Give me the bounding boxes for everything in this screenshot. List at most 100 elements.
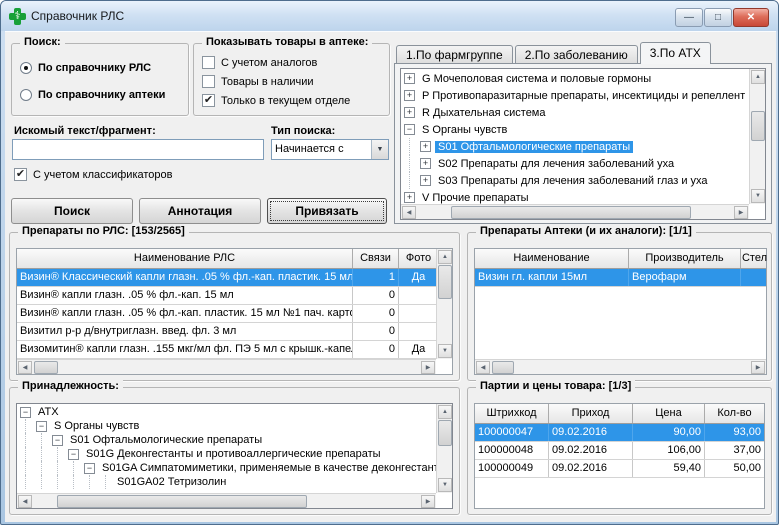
scroll-thumb[interactable] (438, 420, 452, 446)
scroll-right-icon[interactable]: ▶ (751, 361, 765, 374)
title-bar[interactable]: ⚕ Справочник РЛС — □ ✕ (1, 1, 778, 31)
radio-search-rls[interactable]: По справочнику РЛС (20, 62, 151, 74)
search-button[interactable]: Поиск (11, 198, 133, 224)
atc-tree-vscrollbar[interactable]: ▲ ▼ (749, 69, 765, 204)
tree-item-label[interactable]: S Органы чувств (419, 124, 510, 136)
checkbox-current-dept[interactable]: ✔ Только в текущем отделе (202, 94, 350, 107)
scroll-up-icon[interactable]: ▲ (438, 250, 452, 264)
table-row[interactable]: Визитил р-р д/внутриглазн. введ. фл. 3 м… (17, 323, 436, 341)
table-row[interactable]: Визин® капли глазн. .05 % фл.-кап. пласт… (17, 305, 436, 323)
tree-item-label[interactable]: S01GA02 Тетризолин (114, 476, 229, 488)
membership-hscrollbar[interactable]: ◀ ▶ (17, 493, 436, 508)
tree-row[interactable]: −S01GA Симпатомиметики, применяемые в ка… (18, 461, 436, 475)
checkbox-icon[interactable] (202, 56, 215, 69)
tree-item-label[interactable]: G Мочеполовая система и половые гормоны (419, 73, 654, 85)
tree-row[interactable]: −S Органы чувств (402, 121, 750, 138)
expand-icon[interactable]: + (404, 192, 415, 203)
collapse-icon[interactable]: − (404, 124, 415, 135)
tree-row[interactable]: S01GA02 Тетризолин (18, 475, 436, 489)
tree-item-label[interactable]: S01 Офтальмологические препараты (67, 434, 265, 446)
apteka-table-header[interactable]: Наименование Производитель Стел (475, 249, 766, 269)
table-row[interactable]: 10000004709.02.201690,0093,00 (475, 424, 764, 442)
scroll-down-icon[interactable]: ▼ (438, 344, 452, 358)
collapse-icon[interactable]: − (36, 421, 47, 432)
minimize-button[interactable]: — (675, 8, 703, 27)
scroll-up-icon[interactable]: ▲ (438, 405, 452, 419)
scroll-left-icon[interactable]: ◀ (476, 361, 490, 374)
apteka-hscrollbar[interactable]: ◀ ▶ (475, 359, 766, 374)
tree-row[interactable]: + S01 Офтальмологические препараты (402, 138, 750, 155)
scroll-thumb[interactable] (57, 495, 307, 508)
scroll-down-icon[interactable]: ▼ (438, 478, 452, 492)
tree-row[interactable]: + S02 Препараты для лечения заболеваний у… (402, 155, 750, 172)
tree-row[interactable]: + G Мочеполовая система и половые гормоны (402, 70, 750, 87)
table-row[interactable]: 10000004909.02.201659,4050,00 (475, 460, 764, 478)
expand-icon[interactable]: + (420, 175, 431, 186)
scroll-down-icon[interactable]: ▼ (751, 189, 765, 203)
maximize-button[interactable]: □ (704, 8, 732, 27)
tree-row[interactable]: −S01G Деконгестанты и противоаллергическ… (18, 447, 436, 461)
expand-icon[interactable]: + (404, 107, 415, 118)
tree-item-label[interactable]: S02 Препараты для лечения заболеваний ух… (435, 158, 677, 170)
expand-icon[interactable]: + (420, 141, 431, 152)
tree-item-label[interactable]: R Дыхательная система (419, 107, 549, 119)
scroll-thumb[interactable] (492, 361, 514, 374)
collapse-icon[interactable]: − (68, 449, 79, 460)
checkbox-analogs[interactable]: С учетом аналогов (202, 56, 317, 69)
collapse-icon[interactable]: − (20, 407, 31, 418)
table-row[interactable]: Визин® Классический капли глазн. .05 % ф… (17, 269, 436, 287)
table-row[interactable]: Визин гл. капли 15млВерофарм (475, 269, 766, 287)
tree-item-label[interactable]: S01 Офтальмологические препараты (435, 141, 633, 153)
close-button[interactable]: ✕ (733, 8, 769, 27)
rls-hscrollbar[interactable]: ◀ ▶ (17, 359, 436, 374)
query-input[interactable] (12, 139, 264, 160)
expand-icon[interactable]: + (404, 90, 415, 101)
tab-atc[interactable]: 3.По АТХ (640, 42, 711, 64)
tab-disease[interactable]: 2.По заболеванию (515, 45, 638, 64)
tree-item-label[interactable]: P Противопаразитарные препараты, инсекти… (419, 90, 748, 102)
scroll-thumb[interactable] (34, 361, 58, 374)
chevron-down-icon[interactable]: ▼ (371, 140, 388, 159)
annotation-button[interactable]: Аннотация (139, 198, 261, 224)
scroll-thumb[interactable] (451, 206, 691, 219)
checkbox-classifiers[interactable]: ✔ С учетом классификаторов (14, 168, 173, 181)
scroll-up-icon[interactable]: ▲ (751, 70, 765, 84)
expand-icon[interactable]: + (420, 158, 431, 169)
collapse-icon[interactable]: − (52, 435, 63, 446)
tree-item-label[interactable]: АТХ (35, 406, 62, 418)
search-type-select[interactable]: Начинается с ▼ (271, 139, 389, 160)
tree-row[interactable]: + V Прочие препараты (402, 189, 750, 204)
membership-vscrollbar[interactable]: ▲ ▼ (436, 404, 452, 493)
table-row[interactable]: Визин® капли глазн. .05 % фл.-кап. 15 мл… (17, 287, 436, 305)
scroll-right-icon[interactable]: ▶ (421, 361, 435, 374)
scroll-left-icon[interactable]: ◀ (402, 206, 416, 219)
tree-item-label[interactable]: S01GA Симпатомиметики, применяемые в кач… (99, 462, 436, 474)
tree-item-label[interactable]: S03 Препараты для лечения заболеваний гл… (435, 175, 711, 187)
tree-item-label[interactable]: S01G Деконгестанты и противоаллергически… (83, 448, 384, 460)
radio-search-apteka[interactable]: По справочнику аптеки (20, 89, 165, 101)
tree-row[interactable]: + P Противопаразитарные препараты, инсект… (402, 87, 750, 104)
scroll-left-icon[interactable]: ◀ (18, 361, 32, 374)
radio-icon[interactable] (20, 62, 32, 74)
checkbox-icon[interactable]: ✔ (202, 94, 215, 107)
tree-item-label[interactable]: V Прочие препараты (419, 192, 532, 204)
rls-vscrollbar[interactable]: ▲ ▼ (436, 249, 452, 359)
tree-row[interactable]: −S Органы чувств (18, 419, 436, 433)
atc-tree-hscrollbar[interactable]: ◀ ▶ (401, 204, 749, 219)
tree-row[interactable]: −АТХ (18, 405, 436, 419)
scroll-left-icon[interactable]: ◀ (18, 495, 32, 508)
scroll-thumb[interactable] (438, 265, 452, 299)
tree-row[interactable]: + R Дыхательная система (402, 104, 750, 121)
scroll-right-icon[interactable]: ▶ (421, 495, 435, 508)
scroll-thumb[interactable] (751, 111, 765, 141)
table-row[interactable]: Визомитин® капли глазн. .155 мкг/мл фл. … (17, 341, 436, 359)
checkbox-instock[interactable]: Товары в наличии (202, 75, 314, 88)
batches-table-header[interactable]: Штрихкод Приход Цена Кол-во (475, 404, 764, 424)
tree-row[interactable]: + S03 Препараты для лечения заболеваний г… (402, 172, 750, 189)
tab-pharmgroup[interactable]: 1.По фармгруппе (396, 45, 513, 64)
tree-row[interactable]: −S01 Офтальмологические препараты (18, 433, 436, 447)
scroll-right-icon[interactable]: ▶ (734, 206, 748, 219)
tree-item-label[interactable]: S Органы чувств (51, 420, 142, 432)
radio-icon[interactable] (20, 89, 32, 101)
expand-icon[interactable]: + (404, 73, 415, 84)
